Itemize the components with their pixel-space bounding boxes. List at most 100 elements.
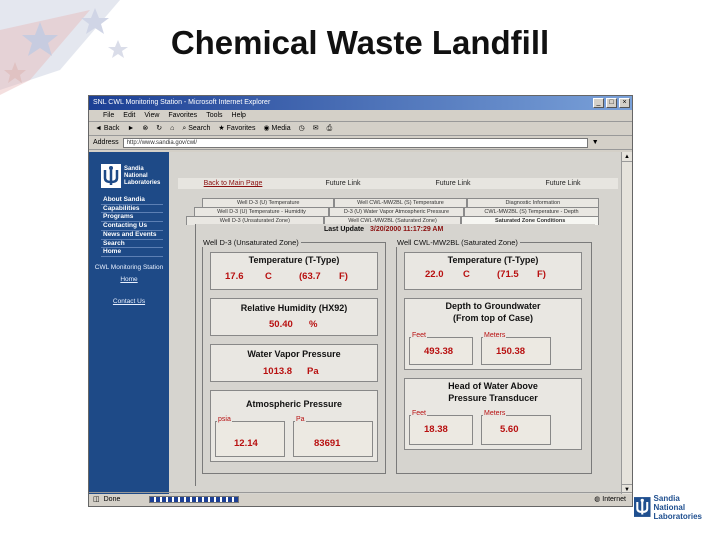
mw2bl-temperature-box: Temperature (T-Type) 22.0 C (71.5 F) [404,252,582,290]
future-link-2[interactable]: Future Link [398,180,508,187]
toolbar: ◄ Back ► ⊗ ↻ ⌂ ⌕ Search ★ Favorites ◉ Me… [89,122,632,136]
address-bar: Address http://www.sandia.gov/cwl/ ▼ [89,136,632,150]
stop-icon[interactable]: ⊗ [142,122,148,136]
d3-temp-f: (63.7 [299,271,321,282]
contact-link[interactable]: Contact Us [89,298,169,305]
future-link-1[interactable]: Future Link [288,180,398,187]
head-feet-value: 18.38 [424,424,448,435]
tab-d3-humidity[interactable]: Well D-3 (U) Temperature - Humidity [194,207,329,216]
depth-title-2: (From top of Case) [453,313,533,323]
address-dropdown-icon[interactable]: ▼ [592,139,599,146]
sidebar-menu: About Sandia Capabilities Programs Conta… [101,196,163,257]
status-text: Done [103,496,121,503]
sidebar-item-search[interactable]: Search [101,240,163,249]
maximize-button[interactable]: □ [606,98,617,108]
head-feet-label: Feet [411,410,428,417]
tab-d3-temperature[interactable]: Well D-3 (U) Temperature [202,198,335,207]
last-update-label: Last Update [324,226,365,233]
menu-favorites[interactable]: Favorites [168,110,197,121]
home-icon[interactable]: ⌂ [170,122,174,136]
sidebar-item-capabilities[interactable]: Capabilities [101,205,163,214]
head-meters-field: 5.60 [481,415,551,445]
tab-strip: Well D-3 (U) Temperature Well CWL-MW2BL … [186,198,600,225]
menu-help[interactable]: Help [232,110,246,121]
mw2bl-temp-f: (71.5 [497,269,519,280]
menu-edit[interactable]: Edit [123,110,135,121]
scroll-up-icon[interactable]: ▲ [622,152,632,162]
atmospheric-pressure-box: Atmospheric Pressure 12.14 psia 83691 Pa [210,390,378,462]
address-input[interactable]: http://www.sandia.gov/cwl/ [122,137,588,148]
station-label: CWL Monitoring Station [94,264,164,271]
tab-diagnostic[interactable]: Diagnostic Information [466,198,599,207]
head-meters-value: 5.60 [500,424,519,435]
sidebar-item-home[interactable]: Home [101,248,163,257]
mw2bl-temp-f-unit: F) [537,269,546,280]
mw2bl-temp-c-unit: C [463,269,470,280]
forward-icon[interactable]: ► [127,122,134,136]
sidebar-item-contacting[interactable]: Contacting Us [101,222,163,231]
tab-d3-vapor[interactable]: D-3 (U) Water Vapor Atmospheric Pressure [329,207,464,216]
sidebar: Sandia National Laboratories About Sandi… [89,152,169,494]
depth-meters-value: 150.38 [496,346,526,357]
depth-meters-field: 150.38 [481,337,551,365]
future-link-3[interactable]: Future Link [508,180,618,187]
address-label: Address [93,139,119,146]
favorites-button[interactable]: ★ Favorites [218,122,255,136]
media-icon: ◉ [263,124,272,132]
print-icon[interactable]: ⎙ [327,122,333,136]
sidebar-item-programs[interactable]: Programs [101,213,163,223]
depth-title-1: Depth to Groundwater [445,301,541,311]
top-links-bar: Back to Main Page Future Link Future Lin… [178,178,618,189]
history-icon[interactable]: ◷ [299,122,305,136]
d3-temp-c: 17.6 [225,271,244,282]
depth-meters-label: Meters [483,332,507,339]
d3-temp-f-unit: F) [339,271,348,282]
menu-bar: File Edit View Favorites Tools Help [89,110,632,122]
corner-logo-line-1: Sandia [653,493,680,503]
humidity-box: Relative Humidity (HX92) 50.40 % [210,298,378,336]
humidity-title: Relative Humidity (HX92) [240,303,348,313]
head-title-1: Head of Water Above [448,381,538,391]
status-bar: ◫ Done ◍ Internet [89,492,632,506]
atmospheric-pressure-title: Atmospheric Pressure [245,399,343,409]
corner-logo-line-3: Laboratories [653,511,702,521]
last-update: Last Update 3/20/2000 11:17:29 AM [324,226,443,233]
mail-icon[interactable]: ✉ [313,122,319,136]
unsaturated-zone-label: Well D-3 (Unsaturated Zone) [203,238,299,247]
home-link[interactable]: Home [89,276,169,283]
menu-file[interactable]: File [103,110,114,121]
minimize-button[interactable]: _ [593,98,604,108]
media-button[interactable]: ◉ Media [263,122,290,136]
psia-field: 12.14 [215,421,285,457]
page-content: Sandia National Laboratories About Sandi… [89,152,622,494]
sandia-corner-logo: Sandia National Laboratories [634,484,702,530]
vapor-pressure-box: Water Vapor Pressure 1013.8 Pa [210,344,378,382]
tab-mw2bl-temperature[interactable]: Well CWL-MW2BL (S) Temperature [334,198,467,207]
back-to-main-link[interactable]: Back to Main Page [178,180,288,187]
vapor-pressure-value: 1013.8 [263,366,293,377]
back-button[interactable]: ◄ Back [95,122,119,136]
saturated-zone-label: Well CWL-MW2BL (Saturated Zone) [397,238,518,247]
psia-value: 12.14 [234,438,258,449]
logo-line-3: Laboratories [124,179,161,186]
head-title-2: Pressure Transducer [448,393,538,403]
search-button[interactable]: ⌕ Search [182,122,210,136]
back-arrow-icon: ◄ [95,124,104,132]
refresh-icon[interactable]: ↻ [156,122,162,136]
vapor-pressure-title: Water Vapor Pressure [247,349,341,359]
depth-feet-label: Feet [411,332,428,339]
sandia-thunderbird-icon [634,497,651,517]
mw2bl-temperature-title: Temperature (T-Type) [447,255,539,265]
menu-view[interactable]: View [144,110,159,121]
vertical-scrollbar[interactable]: ▲ ▼ [621,152,632,494]
logo-line-2: National [124,172,148,179]
menu-tools[interactable]: Tools [206,110,222,121]
humidity-value: 50.40 [269,319,293,330]
star-icon: ★ [218,124,227,132]
browser-window: SNL CWL Monitoring Station - Microsoft I… [88,95,633,507]
close-button[interactable]: × [619,98,630,108]
tab-mw2bl-depth[interactable]: CWL-MW2BL (S) Temperature - Depth [464,207,599,216]
slide-title: Chemical Waste Landfill [170,24,550,61]
sidebar-item-about[interactable]: About Sandia [101,196,163,205]
sidebar-item-news[interactable]: News and Events [101,231,163,240]
